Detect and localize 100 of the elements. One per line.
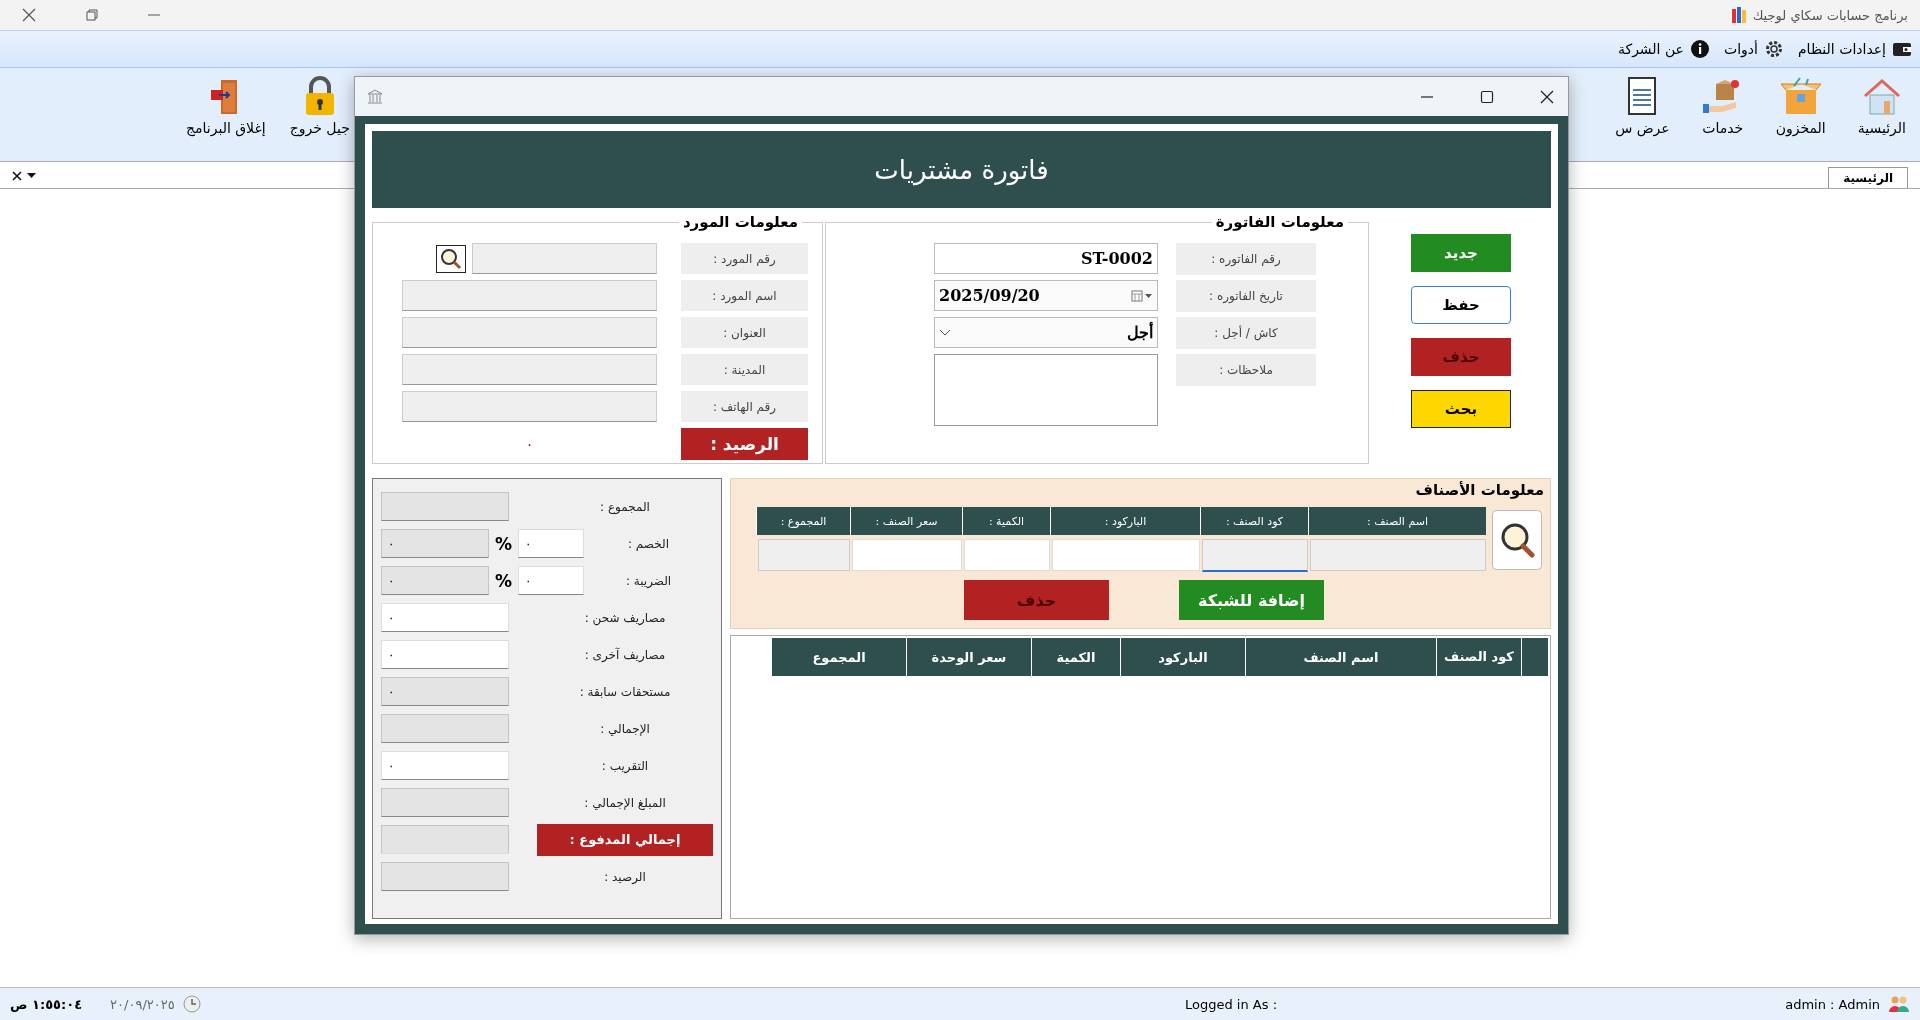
action-button[interactable]: بحث [1411,390,1511,428]
column-header: سعر الصنف : [850,507,962,535]
field-label: التقريب : [600,758,650,773]
status-time: ١:٥٥:٠٤ ص [10,996,83,1012]
menu-item[interactable]: إعدادات النظام [1797,41,1912,57]
column-header[interactable]: الكمية [1031,638,1120,676]
calendar-icon [1131,289,1153,302]
toolbar-button[interactable]: عرض س [1609,74,1676,138]
field-label: المبلغ الإجمالي : [583,795,667,810]
status-date: ٢٠/٠٩/٢٠٢٥ [110,996,175,1012]
add-to-grid-button[interactable]: إضافة للشبكة [1179,580,1324,620]
amount-field[interactable] [381,714,509,743]
bank-icon [367,88,383,105]
field-label: اسم المورد : [681,280,808,311]
percent-field[interactable]: ٠ [518,529,585,558]
percent-sign: % [495,570,513,591]
restore-icon[interactable] [86,9,98,21]
text-field[interactable]: ST-0002 [934,243,1158,274]
field-label: رقم المورد : [681,243,808,274]
field-label: الرصيد : [603,869,647,884]
search-icon[interactable] [1492,509,1542,570]
menu-item[interactable]: أدوات [1724,39,1784,59]
column-header[interactable]: كود الصنف [1436,638,1521,676]
input-field[interactable] [852,539,962,571]
input-field[interactable] [1052,539,1200,571]
app-title: برنامج حسابات سكاي لوجيك [1752,7,1908,23]
date-picker[interactable]: 2025/09/20 [934,280,1158,311]
toolbar-button[interactable]: الرئيسية [1851,74,1912,138]
maximize-icon[interactable] [1480,89,1494,104]
field-label: المجموع : [599,499,651,514]
percent-sign: % [495,533,513,554]
text-field[interactable] [402,391,657,422]
text-field[interactable] [472,243,657,274]
input-field[interactable] [964,539,1050,571]
column-header: الباركود : [1050,507,1200,535]
chevron-icon [939,328,951,337]
column-header: اسم الصنف : [1308,507,1486,535]
field-label: الضريبة : [624,573,673,588]
field-label: الخصم : [627,536,670,551]
amount-field[interactable] [381,825,509,854]
logged-in-label: Logged in As : [1185,996,1277,1012]
row-header-cell [1521,638,1548,676]
books-icon [1730,6,1749,24]
column-header[interactable]: المجموع [771,638,906,676]
action-button[interactable]: حفظ [1411,286,1511,324]
toolbar-button[interactable]: خدمات [1695,74,1750,138]
column-header: كود الصنف : [1200,507,1308,535]
column-header: المجموع : [756,507,850,535]
action-button[interactable]: جديد [1411,234,1511,272]
caret-icon[interactable] [27,173,36,179]
dropdown[interactable]: أجل [934,317,1158,348]
field-label: إجمالي المدفوع : [537,823,713,856]
form-title: فاتورة مشتريات [372,131,1551,208]
amount-field[interactable]: ٠ [381,640,509,669]
field-label: كاش / أجل : [1176,317,1316,349]
group-title: معلومات الفاتورة [1211,213,1348,231]
column-header: الكمية : [962,507,1050,535]
toolbar-button[interactable]: جيل خروج [283,74,356,138]
amount-field[interactable] [381,788,509,817]
field-label: العنوان : [681,317,808,348]
amount-field[interactable]: ٠ [381,677,509,706]
amount-field[interactable]: ٠ [381,529,489,558]
close-icon[interactable] [22,8,36,22]
field-label: مستحقات سابقة : [578,684,672,699]
wallet-icon [1892,41,1912,57]
field-label: رقم الفاتوره : [1176,243,1316,275]
column-header[interactable]: اسم الصنف [1245,638,1436,676]
amount-field[interactable] [381,862,509,891]
input-field[interactable] [1202,539,1308,572]
toolbar-button[interactable]: إغلاق البرنامج [180,74,272,138]
amount-field[interactable]: ٠ [381,751,509,780]
tab[interactable]: الرئيسية [1828,167,1908,188]
column-header[interactable]: الباركود [1120,638,1245,676]
text-field[interactable] [402,354,657,385]
clock-icon [182,995,201,1013]
menu-item[interactable]: عن الشركة [1617,39,1710,59]
amount-field[interactable]: ٠ [381,603,509,632]
balance-label: الرصيد : [681,428,808,460]
toolbar-button[interactable]: المخزون [1769,74,1832,138]
users-icon [1888,995,1910,1013]
field-label: تاريخ الفاتوره : [1176,280,1316,312]
close-icon[interactable] [1540,89,1554,104]
field-label: ملاحظات : [1176,354,1316,386]
column-header[interactable]: سعر الوحدة [906,638,1031,676]
amount-field[interactable]: ٠ [381,566,489,595]
amount-field[interactable] [381,492,509,521]
input-field[interactable] [758,539,850,571]
close-icon[interactable] [12,171,22,181]
notes-field[interactable] [934,354,1158,426]
field-label: مصاريف آخرى : [583,647,667,662]
section-title: معلومات الأصناف [1415,481,1544,499]
input-field[interactable] [1310,539,1486,571]
field-label: رقم الهاتف : [681,391,808,422]
text-field[interactable] [402,280,657,311]
field-label: مصاريف شحن : [583,610,667,625]
percent-field[interactable]: ٠ [518,566,585,595]
text-field[interactable] [402,317,657,348]
balance-value: ٠ [525,436,534,452]
search-icon[interactable] [436,244,466,273]
user-name: admin : Admin [1785,996,1880,1012]
